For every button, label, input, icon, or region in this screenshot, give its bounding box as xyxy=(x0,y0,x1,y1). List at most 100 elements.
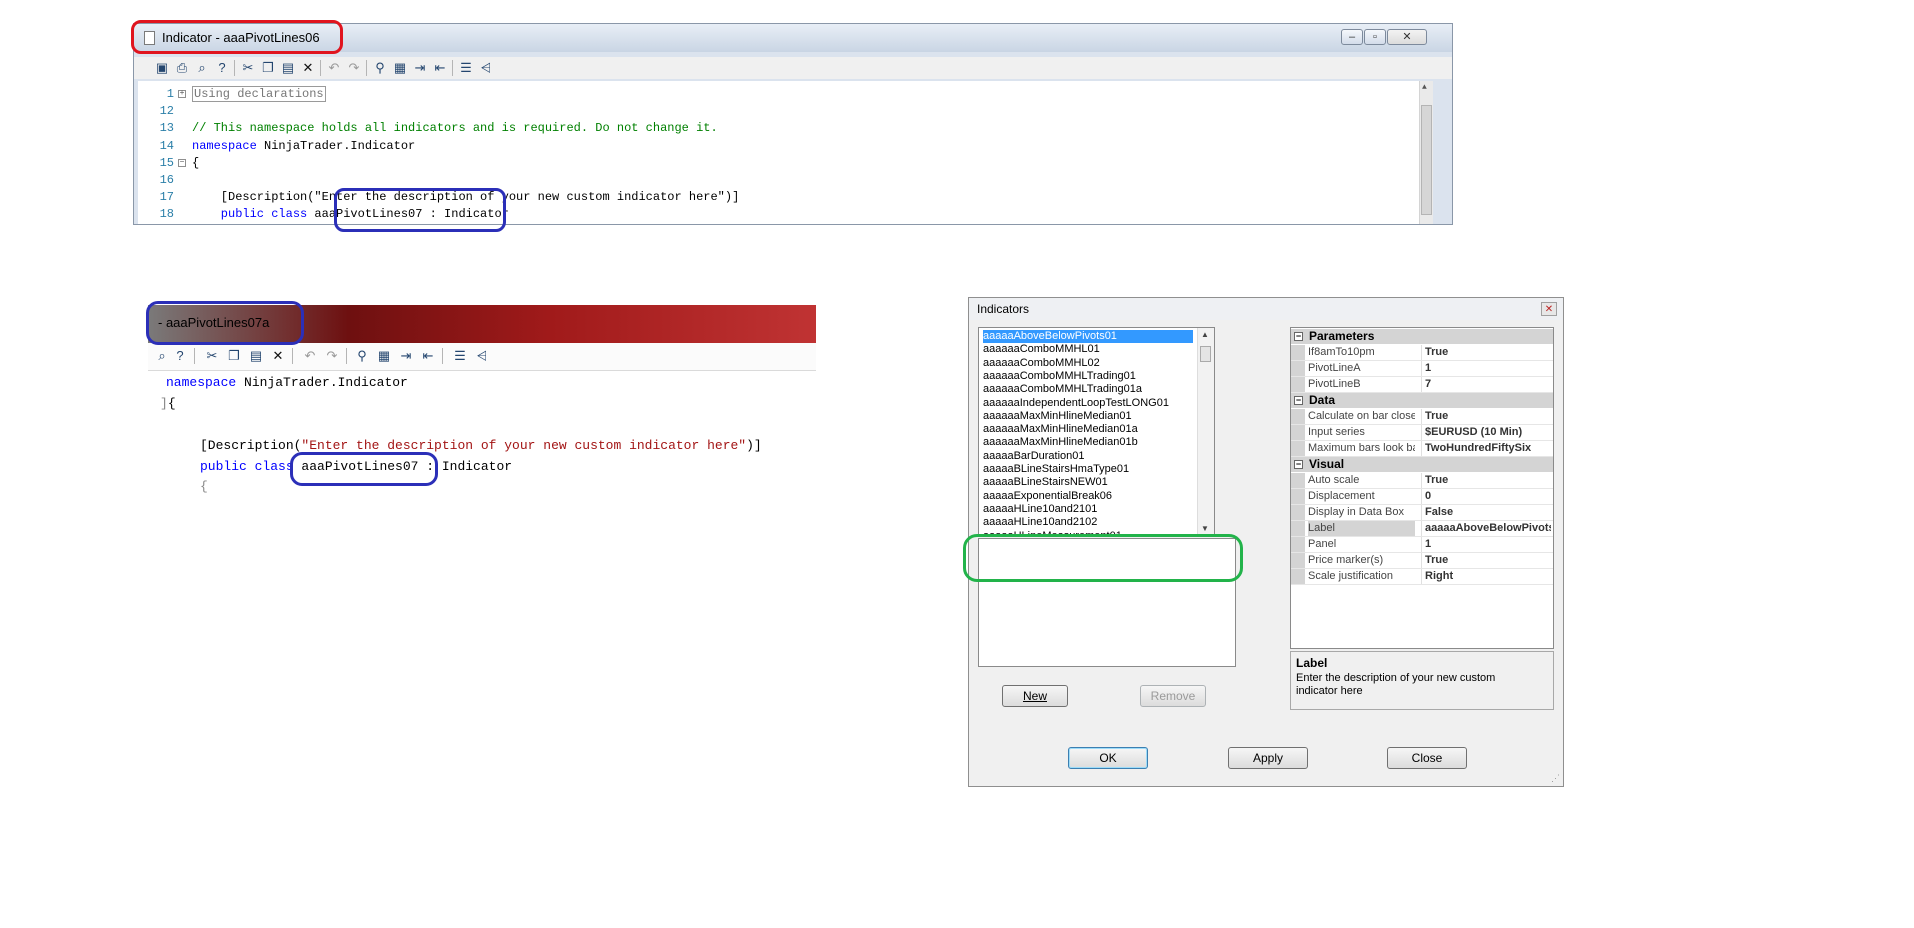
property-value[interactable]: True xyxy=(1421,409,1551,424)
property-value[interactable]: TwoHundredFiftySix xyxy=(1421,441,1551,456)
redo-icon[interactable]: ↷ xyxy=(324,348,340,364)
property-value[interactable]: 7 xyxy=(1421,377,1551,392)
delete-icon[interactable]: ✕ xyxy=(270,348,286,364)
copy-icon[interactable]: ❐ xyxy=(260,60,276,76)
remove-button[interactable]: Remove xyxy=(1140,685,1206,707)
save-icon[interactable]: ▣ xyxy=(154,60,170,76)
fold-toggle-icon[interactable]: + xyxy=(178,90,186,98)
goto-icon[interactable]: ▦ xyxy=(376,348,392,364)
property-row[interactable]: Price marker(s) True xyxy=(1291,553,1553,569)
property-value[interactable]: True xyxy=(1421,553,1551,568)
outdent-icon[interactable]: ⇤ xyxy=(432,60,448,76)
property-row[interactable]: If8amTo10pm True xyxy=(1291,345,1553,361)
property-row[interactable]: PivotLineA 1 xyxy=(1291,361,1553,377)
help-icon[interactable]: ? xyxy=(214,60,230,76)
property-grid[interactable]: − Parameters If8amTo10pm True PivotLineA 1 Piv… xyxy=(1290,327,1554,649)
help-icon[interactable]: ? xyxy=(172,348,188,364)
property-row[interactable]: Display in Data Box False xyxy=(1291,505,1553,521)
property-row[interactable]: Displacement 0 xyxy=(1291,489,1553,505)
scroll-thumb[interactable] xyxy=(1200,346,1211,362)
paste-icon[interactable]: ▤ xyxy=(248,348,264,364)
uncomment-icon[interactable]: ⩤ xyxy=(474,348,490,364)
indent-icon[interactable]: ⇥ xyxy=(412,60,428,76)
uncomment-icon[interactable]: ⩤ xyxy=(478,60,494,76)
property-value[interactable]: 1 xyxy=(1421,537,1551,552)
fold-toggle-icon[interactable]: − xyxy=(178,158,186,167)
undo-icon[interactable]: ↶ xyxy=(326,60,342,76)
scroll-up-icon[interactable]: ▲ xyxy=(1201,330,1209,339)
property-value[interactable]: True xyxy=(1421,345,1551,360)
list-item[interactable]: aaaaaBLineStairsNEW01 xyxy=(983,476,1108,489)
indent-icon[interactable]: ⇥ xyxy=(398,348,414,364)
code-editor[interactable]: 1 + Using declarations 12 13 // This namespac… xyxy=(138,81,1433,224)
copy-icon[interactable]: ❐ xyxy=(226,348,242,364)
list-item[interactable]: aaaaaaComboMMHLTrading01 xyxy=(983,370,1136,383)
ok-button[interactable]: OK xyxy=(1068,747,1148,769)
code-editor-mid[interactable]: namespace NinjaTrader.Indicator ]{ [Desc… xyxy=(148,372,816,496)
property-row[interactable]: Input series $EURUSD (10 Min) xyxy=(1291,425,1553,441)
list-item[interactable]: aaaaaaComboMMHL02 xyxy=(983,357,1100,370)
vertical-scrollbar[interactable]: ▲ xyxy=(1419,81,1433,224)
maximize-button[interactable]: ▫ xyxy=(1364,29,1386,45)
property-row[interactable]: Calculate on bar close True xyxy=(1291,409,1553,425)
undo-icon[interactable]: ↶ xyxy=(302,348,318,364)
property-row[interactable]: Label aaaaaAboveBelowPivots01 xyxy=(1291,521,1553,537)
paste-icon[interactable]: ▤ xyxy=(280,60,296,76)
cut-icon[interactable]: ✂ xyxy=(240,60,256,76)
list-item[interactable]: aaaaaHLine10and2101 xyxy=(983,503,1097,516)
collapse-icon[interactable]: − xyxy=(1294,396,1303,405)
property-row[interactable]: Auto scale True xyxy=(1291,473,1553,489)
list-item[interactable]: aaaaaHLine10and2102 xyxy=(983,516,1097,529)
list-item[interactable]: aaaaaaComboMMHLTrading01a xyxy=(983,383,1142,396)
cut-icon[interactable]: ✂ xyxy=(204,348,220,364)
scroll-thumb[interactable] xyxy=(1421,105,1432,215)
resize-grip-icon[interactable]: ⋰ xyxy=(1551,773,1560,784)
scroll-down-icon[interactable]: ▼ xyxy=(1201,524,1209,533)
collapse-icon[interactable]: − xyxy=(1294,332,1303,341)
property-value[interactable]: $EURUSD (10 Min) xyxy=(1421,425,1551,440)
property-category[interactable]: − Data xyxy=(1291,393,1553,408)
property-row[interactable]: Scale justification Right xyxy=(1291,569,1553,585)
scroll-up-icon[interactable]: ▲ xyxy=(1422,83,1427,92)
property-value[interactable]: aaaaaAboveBelowPivots01 xyxy=(1421,521,1551,536)
indicator-list[interactable]: aaaaaAboveBelowPivots01 aaaaaaComboMMHL01… xyxy=(978,327,1215,536)
print-icon[interactable]: ⎙ xyxy=(174,60,190,76)
print-preview-icon[interactable]: ⌕ xyxy=(194,60,210,76)
goto-icon[interactable]: ▦ xyxy=(392,60,408,76)
list-item[interactable]: aaaaaaMaxMinHlineMedian01b xyxy=(983,436,1138,449)
apply-button[interactable]: Apply xyxy=(1228,747,1308,769)
list-scrollbar[interactable]: ▲ ▼ xyxy=(1197,328,1214,535)
dialog-close-icon[interactable]: ✕ xyxy=(1541,302,1557,316)
list-item[interactable]: aaaaaaIndependentLoopTestLONG01 xyxy=(983,397,1169,410)
dialog-title-bar[interactable]: Indicators ✕ xyxy=(969,298,1563,320)
property-value[interactable]: 0 xyxy=(1421,489,1551,504)
find-icon[interactable]: ⚲ xyxy=(354,348,370,364)
list-item[interactable]: aaaaaaMaxMinHlineMedian01a xyxy=(983,423,1138,436)
find-icon[interactable]: ⚲ xyxy=(372,60,388,76)
property-row[interactable]: Maximum bars look back TwoHundredFiftySix xyxy=(1291,441,1553,457)
list-item[interactable]: aaaaaaMaxMinHlineMedian01 xyxy=(983,410,1132,423)
property-row[interactable]: Panel 1 xyxy=(1291,537,1553,553)
list-item[interactable]: aaaaaAboveBelowPivots01 xyxy=(983,330,1193,343)
comment-icon[interactable]: ☰ xyxy=(458,60,474,76)
new-button[interactable]: New xyxy=(1002,685,1068,707)
property-value[interactable]: True xyxy=(1421,473,1551,488)
redo-icon[interactable]: ↷ xyxy=(346,60,362,76)
collapse-icon[interactable]: − xyxy=(1294,460,1303,469)
minimize-button[interactable]: – xyxy=(1341,29,1363,45)
list-item[interactable]: aaaaaExponentialBreak06 xyxy=(983,490,1112,503)
property-value[interactable]: False xyxy=(1421,505,1551,520)
close-button[interactable]: ✕ xyxy=(1387,29,1427,45)
close-dialog-button[interactable]: Close xyxy=(1387,747,1467,769)
comment-icon[interactable]: ☰ xyxy=(452,348,468,364)
property-value[interactable]: Right xyxy=(1421,569,1551,584)
property-row[interactable]: PivotLineB 7 xyxy=(1291,377,1553,393)
list-item[interactable]: aaaaaBarDuration01 xyxy=(983,450,1085,463)
delete-icon[interactable]: ✕ xyxy=(300,60,316,76)
list-item[interactable]: aaaaaaComboMMHL01 xyxy=(983,343,1100,356)
outdent-icon[interactable]: ⇤ xyxy=(420,348,436,364)
property-category[interactable]: − Visual xyxy=(1291,457,1553,472)
print-preview-icon[interactable]: ⌕ xyxy=(154,348,170,364)
property-category[interactable]: − Parameters xyxy=(1291,329,1553,344)
property-value[interactable]: 1 xyxy=(1421,361,1551,376)
